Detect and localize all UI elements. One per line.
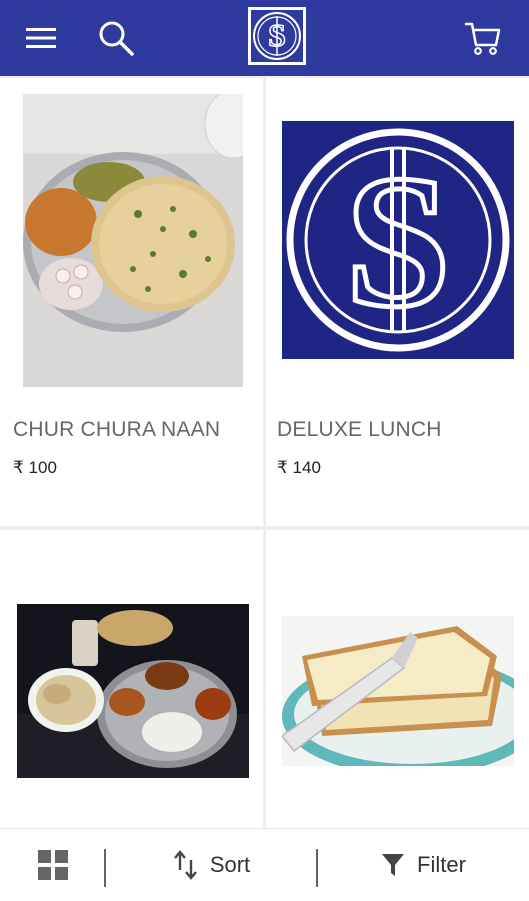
- product-image[interactable]: [23, 89, 262, 387]
- product-image[interactable]: S: [282, 121, 514, 359]
- svg-text:S: S: [345, 137, 451, 347]
- product-price: ₹ 100: [13, 458, 57, 477]
- product-card[interactable]: [0, 530, 263, 828]
- sort-button[interactable]: Sort: [107, 829, 317, 901]
- dollar-logo-icon: S: [251, 10, 303, 62]
- naan-thali-photo: [23, 89, 262, 387]
- filter-label: Filter: [417, 852, 466, 877]
- dollar-logo-photo: S: [282, 121, 514, 359]
- butter-toast-photo: [280, 616, 529, 776]
- grid-view-button[interactable]: [20, 829, 86, 901]
- filter-icon: [382, 854, 405, 876]
- product-card[interactable]: S DELUXE LUNCH ₹ 140: [266, 78, 529, 526]
- cart-button[interactable]: [457, 12, 509, 64]
- menu-button[interactable]: [15, 12, 67, 64]
- sort-icon: [173, 850, 197, 880]
- filter-button[interactable]: Filter: [318, 829, 529, 901]
- app-header: S: [0, 0, 529, 76]
- product-name[interactable]: CHUR CHURA NAAN: [13, 418, 220, 442]
- dinner-thali-photo: [17, 604, 249, 778]
- product-name[interactable]: DELUXE LUNCH: [277, 418, 442, 442]
- app-logo[interactable]: S: [248, 7, 306, 65]
- search-button[interactable]: [90, 12, 142, 64]
- cart-icon: [464, 22, 501, 55]
- product-image[interactable]: [17, 604, 249, 778]
- product-price: ₹ 140: [277, 458, 321, 477]
- search-icon: [99, 21, 134, 56]
- bottom-action-bar: Sort Filter: [0, 828, 529, 901]
- product-image[interactable]: [280, 616, 529, 776]
- product-card[interactable]: CHUR CHURA NAAN ₹ 100: [0, 78, 263, 526]
- menu-icon: [26, 28, 56, 48]
- product-grid: CHUR CHURA NAAN ₹ 100 S DELUXE LUNCH ₹ 1…: [0, 78, 529, 828]
- grid-view-icon: [38, 850, 68, 880]
- product-card[interactable]: [266, 530, 529, 828]
- sort-label: Sort: [209, 852, 251, 877]
- bottom-divider: [104, 849, 106, 887]
